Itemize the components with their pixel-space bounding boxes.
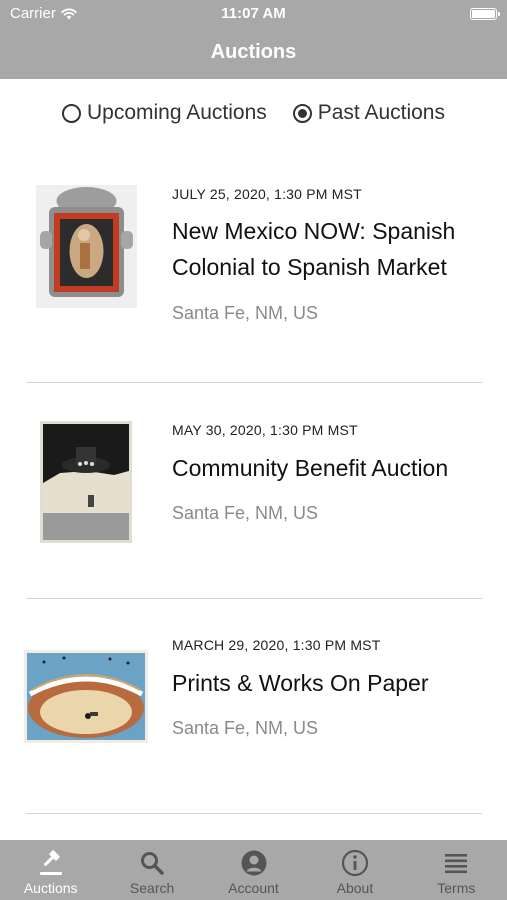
navigation-bar: Auctions	[0, 28, 507, 79]
radio-unchecked-icon	[61, 103, 81, 123]
auction-thumbnail	[40, 421, 132, 543]
auction-list-item[interactable]: MAY 30, 2020, 1:30 PM MST Community Bene…	[0, 383, 507, 598]
upcoming-auctions-radio[interactable]: Upcoming Auctions	[61, 98, 267, 128]
tab-label: About	[336, 880, 374, 896]
auction-location: Santa Fe, NM, US	[172, 503, 319, 523]
account-icon	[241, 850, 267, 876]
auction-list-item[interactable]: MARCH 29, 2020, 1:30 PM MST Prints & Wor…	[0, 599, 507, 813]
auction-location: Santa Fe, NM, US	[172, 303, 319, 323]
tab-label: Search	[129, 880, 175, 896]
battery-icon	[470, 8, 500, 20]
auction-thumbnail	[36, 185, 137, 308]
auction-filter: Upcoming Auctions Past Auctions	[0, 98, 507, 128]
tab-bar: Auctions Search Account About Terms	[0, 840, 507, 900]
past-auctions-radio[interactable]: Past Auctions	[292, 98, 445, 128]
auction-thumbnail	[24, 650, 148, 743]
auction-date: MAY 30, 2020, 1:30 PM MST	[172, 422, 358, 438]
auction-location: Santa Fe, NM, US	[172, 718, 319, 738]
tab-label: Account	[228, 880, 279, 896]
tab-auctions[interactable]: Auctions	[0, 840, 101, 900]
auction-title: Prints & Works On Paper	[172, 670, 429, 696]
tab-label: Terms	[437, 880, 476, 896]
gavel-icon	[39, 850, 62, 875]
auction-list-item[interactable]: JULY 25, 2020, 1:30 PM MST New Mexico NO…	[0, 150, 507, 382]
page-title: Auctions	[210, 41, 297, 63]
radio-checked-icon	[292, 103, 312, 123]
info-icon	[341, 849, 369, 877]
clock: 11:07 AM	[221, 5, 286, 22]
list-divider	[26, 813, 482, 814]
auction-title: New Mexico NOW: Spanish Colonial to Span…	[172, 218, 456, 280]
tab-about[interactable]: About	[304, 840, 405, 900]
past-auctions-label: Past Auctions	[317, 101, 445, 124]
auction-date: MARCH 29, 2020, 1:30 PM MST	[172, 637, 381, 653]
upcoming-auctions-label: Upcoming Auctions	[86, 101, 267, 124]
tab-search[interactable]: Search	[101, 840, 202, 900]
tab-label: Auctions	[23, 880, 78, 896]
auction-title: Community Benefit Auction	[172, 455, 449, 481]
auction-date: JULY 25, 2020, 1:30 PM MST	[172, 186, 362, 202]
tab-terms[interactable]: Terms	[406, 840, 507, 900]
tab-account[interactable]: Account	[203, 840, 304, 900]
list-icon	[445, 854, 468, 874]
status-bar: Carrier 11:07 AM	[0, 0, 507, 28]
search-icon	[141, 852, 164, 875]
